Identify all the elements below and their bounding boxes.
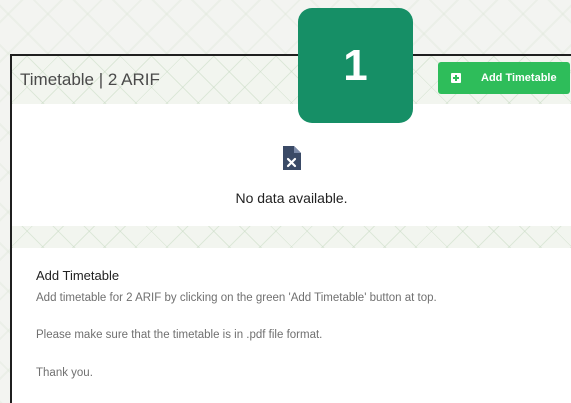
timetable-panel: Timetable | 2 ARIF Add Timetable No data… — [10, 54, 571, 403]
info-line-1: Add timetable for 2 ARIF by clicking on … — [36, 292, 437, 304]
step-badge: 1 — [298, 8, 413, 123]
info-line-3: Thank you. — [36, 367, 93, 379]
empty-message: No data available. — [235, 190, 348, 206]
panel-header: Timetable | 2 ARIF Add Timetable — [12, 56, 571, 104]
file-x-icon — [283, 146, 301, 170]
page: Timetable | 2 ARIF Add Timetable No data… — [0, 0, 571, 403]
info-line-2: Please make sure that the timetable is i… — [36, 329, 323, 341]
page-title: Timetable | 2 ARIF — [20, 70, 160, 89]
info-title: Add Timetable — [36, 268, 120, 283]
add-timetable-label: Add Timetable — [481, 72, 557, 84]
pattern-divider — [12, 226, 571, 248]
add-timetable-button[interactable]: Add Timetable — [438, 62, 570, 94]
plus-square-icon — [451, 73, 461, 83]
